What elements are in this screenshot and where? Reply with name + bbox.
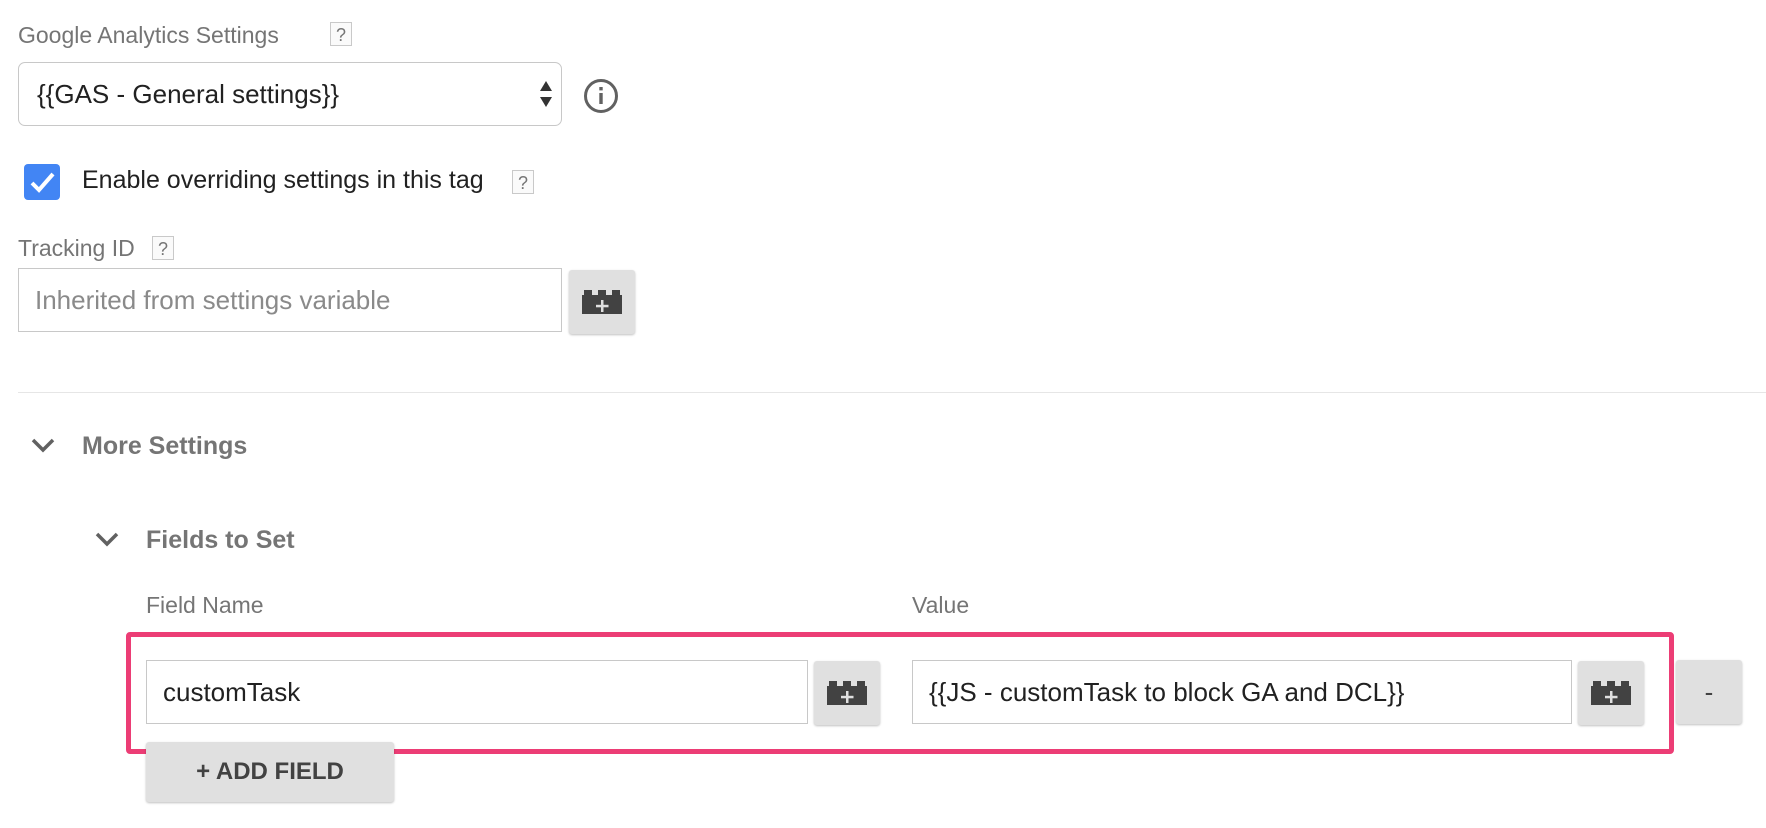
ga-settings-selected-value: {{GAS - General settings}}: [37, 79, 340, 109]
field-name-column-header: Field Name: [146, 592, 264, 618]
override-help-icon[interactable]: ?: [512, 170, 534, 194]
value-column-header: Value: [912, 592, 970, 618]
fields-to-set-chevron-icon[interactable]: [94, 530, 120, 548]
tracking-id-help-icon[interactable]: ?: [152, 236, 174, 260]
remove-field-button[interactable]: -: [1676, 660, 1742, 724]
info-circle-icon[interactable]: [583, 78, 619, 114]
add-field-button[interactable]: + ADD FIELD: [146, 742, 394, 802]
ga-settings-select[interactable]: {{GAS - General settings}}: [18, 62, 562, 126]
section-divider: [18, 392, 1766, 393]
more-settings-chevron-icon[interactable]: [30, 436, 56, 454]
tracking-id-input[interactable]: Inherited from settings variable: [18, 268, 562, 332]
override-label: Enable overriding settings in this tag: [82, 166, 484, 194]
override-checkbox[interactable]: [24, 164, 60, 200]
field-name-variable-button[interactable]: [814, 661, 880, 725]
field-value-input[interactable]: {{JS - customTask to block GA and DCL}}: [912, 660, 1572, 724]
tracking-id-variable-button[interactable]: [569, 270, 635, 334]
select-arrows-icon: [540, 81, 552, 107]
field-name-input[interactable]: customTask: [146, 660, 808, 724]
fields-to-set-title[interactable]: Fields to Set: [146, 526, 295, 555]
checkmark-icon: [30, 172, 55, 193]
ga-settings-help-icon[interactable]: ?: [330, 22, 352, 46]
variable-brick-icon: [1591, 681, 1631, 705]
field-value-variable-button[interactable]: [1578, 661, 1644, 725]
ga-settings-label: Google Analytics Settings: [18, 22, 279, 48]
variable-brick-icon: [582, 290, 622, 314]
variable-brick-icon: [827, 681, 867, 705]
tracking-id-label: Tracking ID: [18, 235, 135, 261]
more-settings-title[interactable]: More Settings: [82, 432, 247, 461]
